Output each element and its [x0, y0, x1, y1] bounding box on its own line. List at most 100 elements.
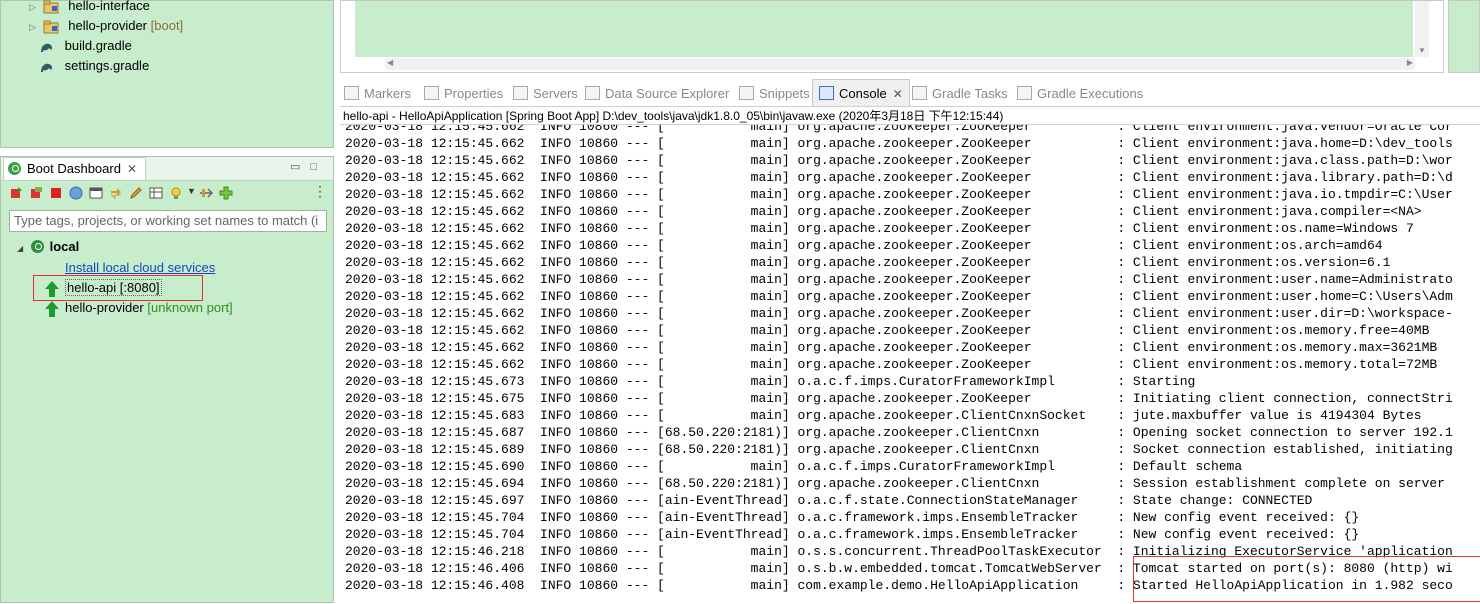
console-line: 2020-03-18 12:15:45.662 INFO 10860 --- […: [345, 221, 1414, 236]
tab-label: Gradle Executions: [1037, 86, 1144, 101]
console-line: 2020-03-18 12:15:45.662 INFO 10860 --- […: [345, 136, 1453, 151]
tree-root-label: local: [49, 239, 80, 254]
tab-label: Snippets: [759, 86, 810, 101]
bottom-view-tabs: Markers Properties Servers Data Source E…: [340, 79, 1480, 107]
project-folder-icon: [43, 0, 59, 14]
snippets-icon: [739, 86, 754, 100]
tree-item-hello-provider[interactable]: ▷ hello-provider [boot]: [29, 16, 183, 36]
tree-item-hello-interface[interactable]: ▷ hello-interface: [29, 0, 150, 16]
tab-snippets[interactable]: Snippets: [739, 80, 810, 106]
view-menu-icon[interactable]: ⋮: [313, 183, 327, 200]
app-item-hello-provider[interactable]: hello-provider [unknown port]: [45, 298, 233, 318]
markers-icon: [344, 86, 359, 100]
console-line: 2020-03-18 12:15:45.662 INFO 10860 --- […: [345, 204, 1422, 219]
open-console-icon[interactable]: [89, 186, 103, 200]
running-arrow-icon: [45, 300, 59, 317]
console-line: 2020-03-18 12:15:45.683 INFO 10860 --- […: [345, 408, 1422, 423]
minimize-icon[interactable]: ▭: [290, 161, 310, 173]
highlight-annotation-box: [1133, 556, 1480, 602]
console-line: 2020-03-18 12:15:45.704 INFO 10860 --- […: [345, 510, 1360, 525]
console-output[interactable]: 2020-03-18 12:15:45.662 INFO 10860 --- […: [340, 124, 1480, 604]
link-with-console-icon[interactable]: [109, 186, 123, 200]
lightbulb-icon[interactable]: [169, 186, 183, 200]
console-line: 2020-03-18 12:15:45.704 INFO 10860 --- […: [345, 527, 1360, 542]
properties-table-icon[interactable]: [149, 186, 163, 200]
console-line: 2020-03-18 12:15:45.675 INFO 10860 --- […: [345, 391, 1453, 406]
expose-tunnel-icon[interactable]: [199, 186, 213, 200]
close-icon[interactable]: ✕: [893, 87, 903, 101]
editor-horizontal-scrollbar[interactable]: ◀ ▶: [385, 58, 1415, 70]
close-icon[interactable]: ✕: [127, 162, 137, 176]
tree-item-label: build.gradle: [64, 38, 132, 53]
tab-gradle-tasks[interactable]: Gradle Tasks: [912, 80, 1008, 106]
scroll-left-icon[interactable]: ◀: [387, 58, 393, 67]
open-web-browser-icon[interactable]: [69, 186, 83, 200]
gradle-executions-icon: [1017, 86, 1032, 100]
console-line: 2020-03-18 12:15:45.662 INFO 10860 --- […: [345, 272, 1453, 287]
restart-icon[interactable]: [9, 186, 23, 200]
app-name: hello-provider: [65, 300, 144, 315]
app-port: [unknown port]: [147, 300, 233, 315]
tree-item-label: hello-provider: [68, 18, 148, 33]
console-line: 2020-03-18 12:15:45.694 INFO 10860 --- […: [345, 476, 1445, 491]
tree-item-settings-gradle[interactable]: settings.gradle: [39, 56, 149, 76]
properties-icon: [424, 86, 439, 100]
dropdown-arrow-icon[interactable]: ▼: [187, 186, 196, 196]
view-window-controls: ▭□: [290, 160, 327, 173]
tree-root-local[interactable]: ◢ local: [17, 237, 79, 257]
tab-servers[interactable]: Servers: [513, 80, 578, 106]
tab-markers[interactable]: Markers: [344, 80, 411, 106]
debug-restart-icon[interactable]: [29, 186, 43, 200]
servers-icon: [513, 86, 528, 100]
console-line: 2020-03-18 12:15:45.662 INFO 10860 --- […: [345, 306, 1453, 321]
console-process-title: hello-api - HelloApiApplication [Spring …: [343, 109, 1004, 123]
expand-arrow-icon[interactable]: ▷: [29, 0, 39, 17]
console-line: 2020-03-18 12:15:45.662 INFO 10860 --- […: [345, 124, 1453, 134]
console-line: 2020-03-18 12:15:45.662 INFO 10860 --- […: [345, 238, 1383, 253]
console-icon: [819, 86, 834, 100]
tab-properties[interactable]: Properties: [424, 80, 503, 106]
console-line: 2020-03-18 12:15:45.689 INFO 10860 --- […: [345, 442, 1453, 457]
outline-panel: [1448, 0, 1480, 73]
scroll-right-icon[interactable]: ▶: [1407, 58, 1413, 67]
highlight-annotation-box: [33, 275, 203, 301]
console-line: 2020-03-18 12:15:45.662 INFO 10860 --- […: [345, 340, 1438, 355]
project-folder-icon: [43, 20, 59, 34]
boot-dashboard-tabbar: Boot Dashboard ✕ ▭□: [1, 157, 333, 181]
tree-item-label: hello-interface: [68, 0, 150, 13]
console-line: 2020-03-18 12:15:45.690 INFO 10860 --- […: [345, 459, 1243, 474]
tab-data-source-explorer[interactable]: Data Source Explorer: [585, 80, 729, 106]
console-line: 2020-03-18 12:15:45.662 INFO 10860 --- […: [345, 323, 1430, 338]
tab-label: Boot Dashboard: [27, 161, 121, 176]
tab-label: Properties: [444, 86, 504, 101]
tab-boot-dashboard[interactable]: Boot Dashboard ✕: [3, 157, 147, 180]
tab-label: Console: [839, 86, 887, 101]
console-line: 2020-03-18 12:15:45.662 INFO 10860 --- […: [345, 170, 1453, 185]
add-icon[interactable]: [219, 186, 233, 200]
tree-item-build-gradle[interactable]: build.gradle: [39, 36, 132, 56]
filter-input[interactable]: Type tags, projects, or working set name…: [9, 210, 327, 232]
stop-icon[interactable]: [49, 186, 63, 200]
local-target-icon: [30, 240, 44, 253]
tab-label: Markers: [364, 86, 411, 101]
console-line: 2020-03-18 12:15:45.662 INFO 10860 --- […: [345, 289, 1453, 304]
console-line: 2020-03-18 12:15:45.662 INFO 10860 --- […: [345, 357, 1438, 372]
collapse-arrow-icon[interactable]: ◢: [17, 239, 27, 259]
console-line: 2020-03-18 12:15:45.697 INFO 10860 --- […: [345, 493, 1313, 508]
expand-arrow-icon[interactable]: ▷: [29, 17, 39, 37]
tab-console[interactable]: Console ✕: [812, 79, 910, 106]
edit-pencil-icon[interactable]: [129, 186, 143, 200]
editor-content[interactable]: [355, 1, 1413, 57]
scroll-down-icon[interactable]: ▼: [1418, 46, 1426, 55]
project-explorer: ▷ hello-interface ▷ hello-provider [boot…: [0, 0, 334, 148]
gradle-tasks-icon: [912, 86, 927, 100]
console-line: 2020-03-18 12:15:45.662 INFO 10860 --- […: [345, 255, 1391, 270]
console-line: 2020-03-18 12:15:45.662 INFO 10860 --- […: [345, 187, 1453, 202]
console-line: 2020-03-18 12:15:45.673 INFO 10860 --- […: [345, 374, 1196, 389]
console-line: 2020-03-18 12:15:45.662 INFO 10860 --- […: [345, 153, 1453, 168]
link-label: Install local cloud services: [65, 260, 216, 275]
editor-vertical-scrollbar[interactable]: ▼: [1415, 1, 1429, 57]
maximize-icon[interactable]: □: [310, 161, 327, 173]
tab-label: Data Source Explorer: [605, 86, 730, 101]
tab-gradle-executions[interactable]: Gradle Executions: [1017, 80, 1143, 106]
